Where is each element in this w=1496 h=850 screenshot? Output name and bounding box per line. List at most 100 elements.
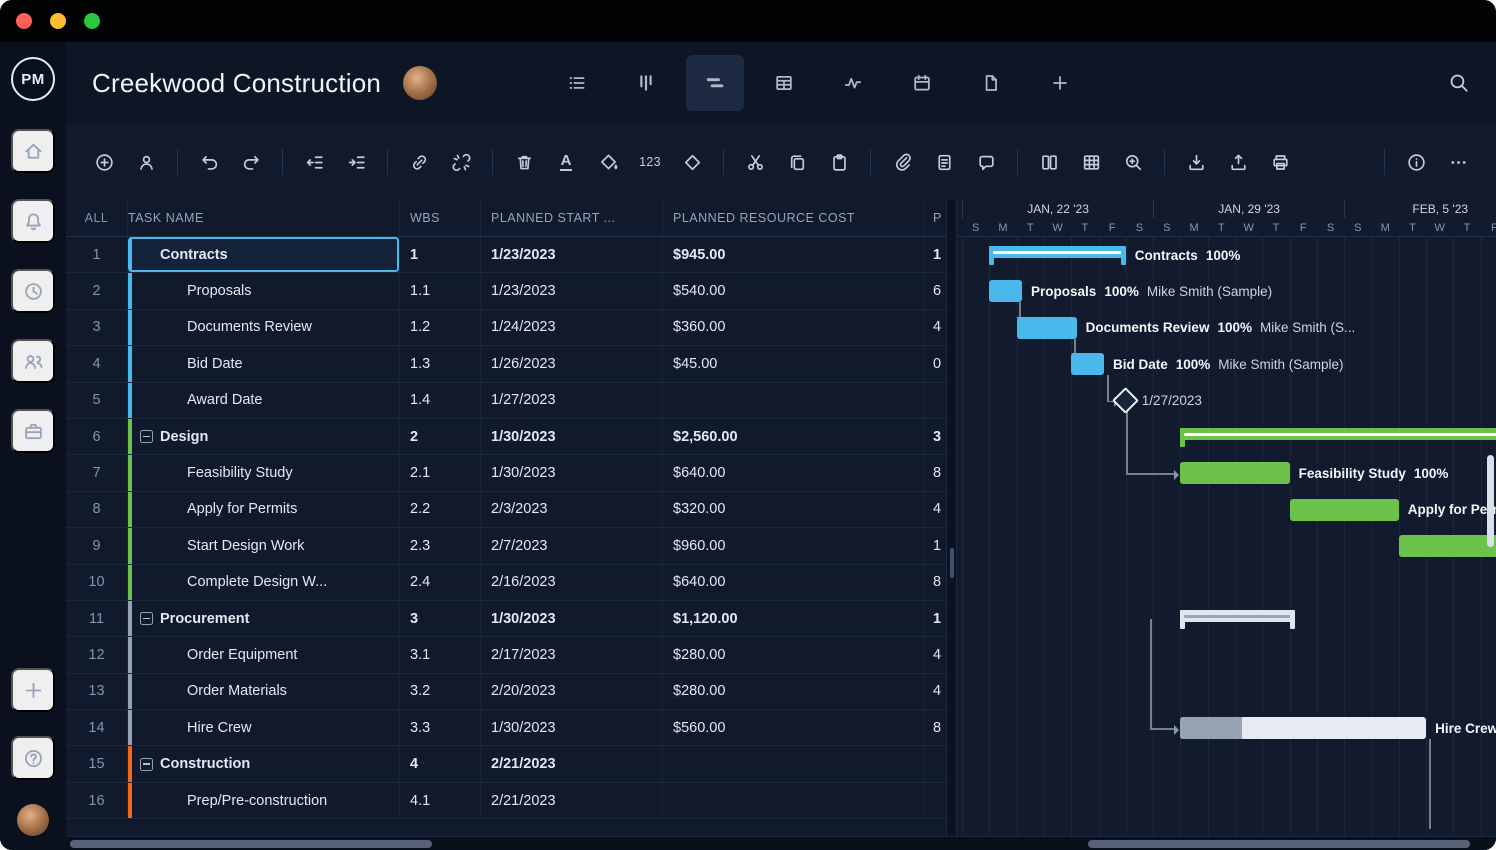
table-row[interactable]: 11Procurement31/30/2023$1,120.001: [66, 601, 946, 637]
wbs-cell[interactable]: 3.2: [400, 674, 481, 709]
task-name-cell[interactable]: Award Date: [128, 383, 400, 418]
task-name-cell[interactable]: Start Design Work: [128, 528, 400, 563]
row-number[interactable]: 8: [66, 492, 128, 527]
row-number[interactable]: 4: [66, 346, 128, 381]
tab-add-view[interactable]: [1031, 55, 1089, 111]
planned-start-cell[interactable]: 1/30/2023: [481, 455, 663, 490]
planned-effort-cell[interactable]: 6: [925, 273, 946, 308]
table-row[interactable]: 15Construction42/21/2023: [66, 746, 946, 782]
planned-cost-cell[interactable]: $2,560.00: [663, 419, 925, 454]
link-tasks-button[interactable]: [401, 144, 437, 180]
task-name-cell[interactable]: Procurement: [128, 601, 400, 636]
table-row[interactable]: 9Start Design Work2.32/7/2023$960.001: [66, 528, 946, 564]
wbs-cell[interactable]: 4.1: [400, 783, 481, 818]
wbs-cell[interactable]: 1.4: [400, 383, 481, 418]
task-bar[interactable]: [1017, 317, 1077, 339]
wbs-cell[interactable]: 3.1: [400, 637, 481, 672]
collapse-toggle[interactable]: [140, 430, 153, 443]
planned-start-cell[interactable]: 1/23/2023: [481, 237, 663, 272]
unlink-tasks-button[interactable]: [443, 144, 479, 180]
summary-bar[interactable]: [989, 246, 1126, 258]
task-name-cell[interactable]: Prep/Pre-construction: [128, 783, 400, 818]
more-button[interactable]: [1440, 144, 1476, 180]
number-format-button[interactable]: 123: [632, 144, 668, 180]
milestone-button[interactable]: [674, 144, 710, 180]
planned-cost-cell[interactable]: $280.00: [663, 674, 925, 709]
planned-cost-cell[interactable]: $1,120.00: [663, 601, 925, 636]
export-button[interactable]: [1220, 144, 1256, 180]
planned-start-cell[interactable]: 1/27/2023: [481, 383, 663, 418]
info-button[interactable]: [1398, 144, 1434, 180]
user-avatar[interactable]: [17, 804, 49, 836]
row-number[interactable]: 15: [66, 746, 128, 781]
planned-cost-cell[interactable]: $560.00: [663, 710, 925, 745]
planned-cost-cell[interactable]: $640.00: [663, 455, 925, 490]
milestone-diamond[interactable]: [1112, 387, 1139, 414]
planned-cost-cell[interactable]: $45.00: [663, 346, 925, 381]
row-number[interactable]: 10: [66, 565, 128, 600]
sidebar-add-button[interactable]: [11, 668, 55, 712]
undo-button[interactable]: [191, 144, 227, 180]
wbs-cell[interactable]: 4: [400, 746, 481, 781]
copy-button[interactable]: [779, 144, 815, 180]
row-number[interactable]: 13: [66, 674, 128, 709]
row-number[interactable]: 12: [66, 637, 128, 672]
delete-button[interactable]: [506, 144, 542, 180]
planned-cost-cell[interactable]: $960.00: [663, 528, 925, 563]
planned-effort-cell[interactable]: 4: [925, 310, 946, 345]
gantt-scroll-handle[interactable]: [1088, 840, 1470, 848]
sidebar-home-button[interactable]: [11, 129, 55, 173]
column-header-name[interactable]: TASK NAME: [128, 200, 400, 236]
task-name-cell[interactable]: Feasibility Study: [128, 455, 400, 490]
pane-splitter[interactable]: [946, 200, 957, 836]
planned-start-cell[interactable]: 1/23/2023: [481, 273, 663, 308]
cut-button[interactable]: [737, 144, 773, 180]
project-avatar[interactable]: [403, 66, 437, 100]
wbs-cell[interactable]: 2.4: [400, 565, 481, 600]
close-button[interactable]: [16, 13, 32, 29]
collapse-toggle[interactable]: [140, 758, 153, 771]
print-button[interactable]: [1262, 144, 1298, 180]
paste-button[interactable]: [821, 144, 857, 180]
planned-effort-cell[interactable]: 0: [925, 346, 946, 381]
planned-effort-cell[interactable]: 4: [925, 674, 946, 709]
planned-start-cell[interactable]: 2/16/2023: [481, 565, 663, 600]
table-row[interactable]: 2Proposals1.11/23/2023$540.006: [66, 273, 946, 309]
planned-effort-cell[interactable]: 8: [925, 710, 946, 745]
task-name-cell[interactable]: Order Equipment: [128, 637, 400, 672]
zoom-in-button[interactable]: [1115, 144, 1151, 180]
planned-start-cell[interactable]: 2/20/2023: [481, 674, 663, 709]
planned-effort-cell[interactable]: 1: [925, 528, 946, 563]
table-row[interactable]: 1Contracts11/23/2023$945.001: [66, 237, 946, 273]
table-scroll-handle[interactable]: [70, 840, 432, 848]
task-name-cell[interactable]: Construction: [128, 746, 400, 781]
column-header-start[interactable]: PLANNED START ...: [481, 200, 663, 236]
search-button[interactable]: [1444, 68, 1474, 98]
planned-effort-cell[interactable]: [925, 746, 946, 781]
task-name-cell[interactable]: Bid Date: [128, 346, 400, 381]
tab-board-view[interactable]: [617, 55, 675, 111]
tab-calendar-view[interactable]: [893, 55, 951, 111]
row-number[interactable]: 9: [66, 528, 128, 563]
row-number[interactable]: 16: [66, 783, 128, 818]
task-name-cell[interactable]: Contracts: [128, 237, 400, 272]
baseline-button[interactable]: [1031, 144, 1067, 180]
table-row[interactable]: 7Feasibility Study2.11/30/2023$640.008: [66, 455, 946, 491]
comment-button[interactable]: [968, 144, 1004, 180]
assign-user-button[interactable]: [128, 144, 164, 180]
planned-cost-cell[interactable]: $360.00: [663, 310, 925, 345]
planned-start-cell[interactable]: 2/21/2023: [481, 746, 663, 781]
task-name-cell[interactable]: Design: [128, 419, 400, 454]
sidebar-history-button[interactable]: [11, 269, 55, 313]
row-number[interactable]: 3: [66, 310, 128, 345]
planned-cost-cell[interactable]: [663, 746, 925, 781]
planned-start-cell[interactable]: 1/24/2023: [481, 310, 663, 345]
column-header-cost[interactable]: PLANNED RESOURCE COST: [663, 200, 925, 236]
column-header-num[interactable]: ALL: [66, 200, 128, 236]
wbs-cell[interactable]: 1: [400, 237, 481, 272]
planned-cost-cell[interactable]: $540.00: [663, 273, 925, 308]
collapse-toggle[interactable]: [140, 612, 153, 625]
task-bar[interactable]: [1290, 499, 1399, 521]
planned-start-cell[interactable]: 1/30/2023: [481, 419, 663, 454]
planned-start-cell[interactable]: 1/30/2023: [481, 710, 663, 745]
